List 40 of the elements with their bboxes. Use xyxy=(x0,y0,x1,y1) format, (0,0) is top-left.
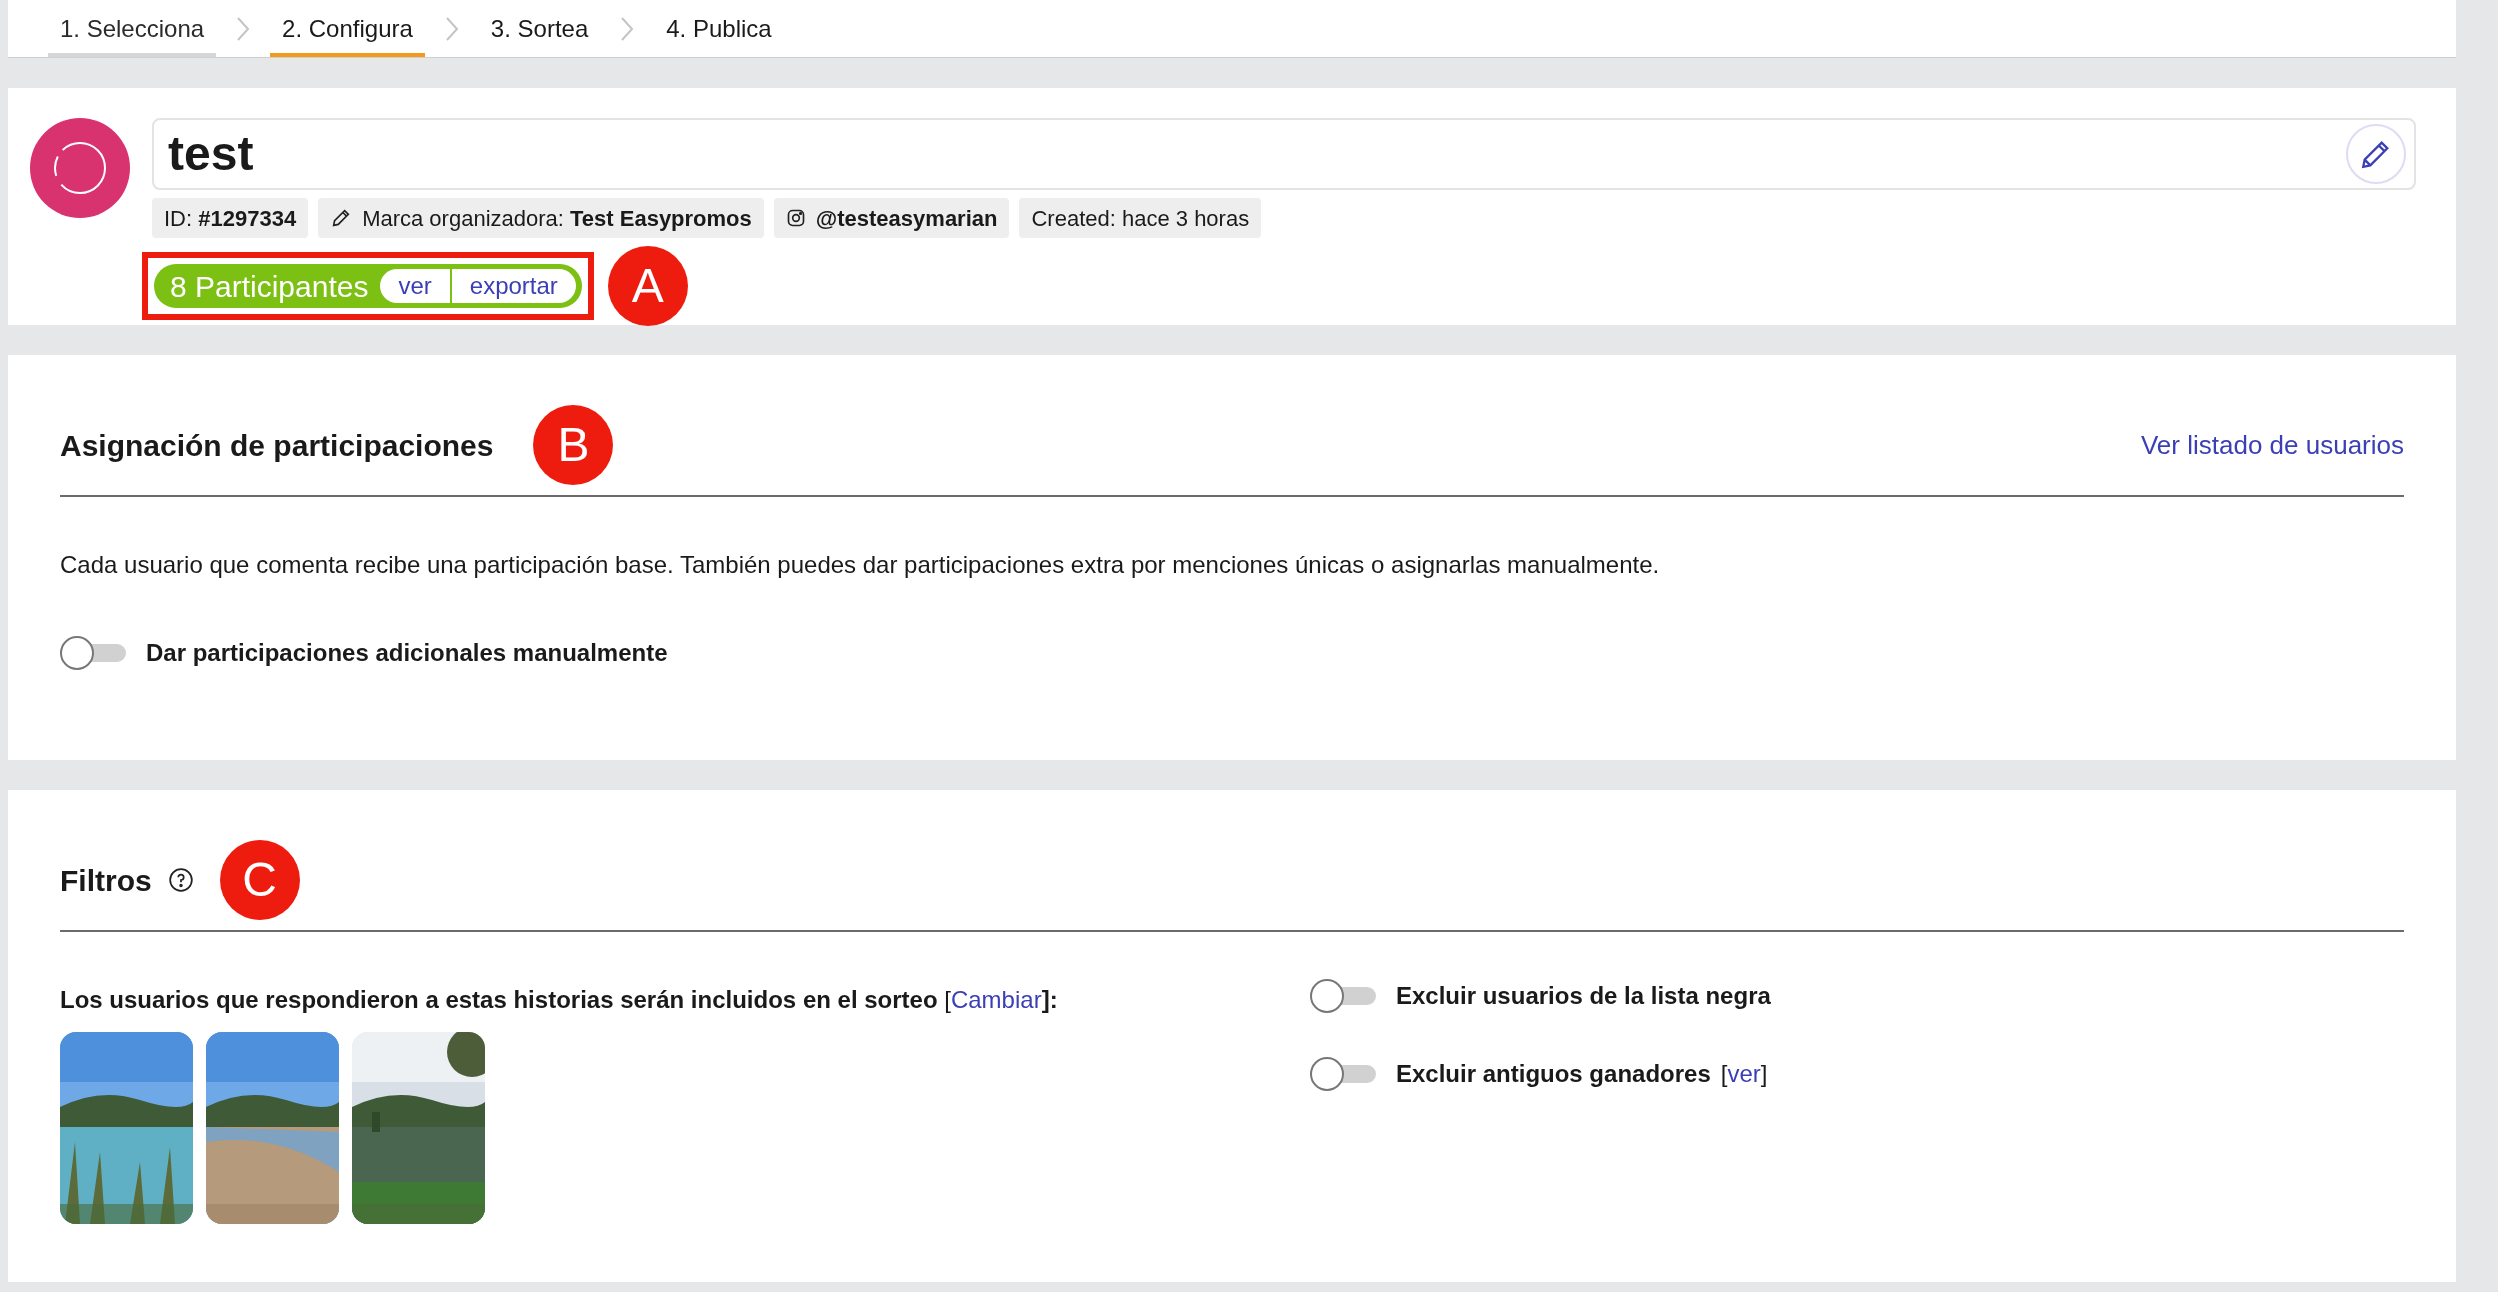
participants-link[interactable]: ver xyxy=(380,268,450,304)
section-title: Asignación de participaciones xyxy=(60,427,494,464)
section-title: Filtros xyxy=(60,862,152,899)
avatar-icon xyxy=(30,118,130,218)
annotation-marker: B xyxy=(533,405,614,485)
bracket-text: [ xyxy=(944,986,951,1013)
change-link[interactable]: Cambiar xyxy=(950,986,1042,1013)
step-tab[interactable]: 2. Configura xyxy=(270,0,425,57)
toggle-label: Dar participaciones adicionales manualmente xyxy=(146,638,668,668)
toggle-label: Excluir usuarios de la lista negra xyxy=(1396,982,1771,1009)
toggle-label: Excluir antiguos ganadores xyxy=(1396,1060,1711,1087)
stories-label: Los usuarios que respondieron a estas historias serán incluidos en el sorteo xyxy=(60,986,939,1013)
chip-label: Marca organizadora: Test Easypromos xyxy=(362,204,752,233)
step-tab[interactable]: 1. Selecciona xyxy=(48,0,217,57)
bracket-text: ] xyxy=(1760,1060,1768,1087)
section-description: Cada usuario que comenta recibe una participación base. También puedes dar participaciones extra por menciones únicas o asignarlas manualmente. xyxy=(60,550,1661,580)
participants-link[interactable]: exportar xyxy=(449,268,576,304)
toggle-switch[interactable] xyxy=(60,636,126,670)
participants-count: 8 Participantes xyxy=(170,268,369,305)
annotation-marker: C xyxy=(219,840,300,920)
campaign-title: test xyxy=(168,126,254,182)
annotation-marker: A xyxy=(607,246,688,326)
bracket-text: [ xyxy=(1720,1060,1728,1087)
chip-label: ID: #1297334 xyxy=(164,204,297,233)
instagram-icon xyxy=(785,208,806,228)
help-icon xyxy=(167,867,194,893)
chevron-icon xyxy=(620,15,635,42)
edit-button[interactable] xyxy=(2346,124,2406,184)
chip-label: Created: hace 3 horas xyxy=(1031,204,1250,233)
bracket-text: ]: xyxy=(1041,986,1058,1013)
step-tab[interactable]: 4. Publica xyxy=(654,0,784,57)
winners-link[interactable]: ver xyxy=(1727,1060,1761,1087)
users-list-link[interactable]: Ver listado de usuarios xyxy=(2140,425,2404,465)
chevron-icon xyxy=(236,15,251,42)
toggle-switch[interactable] xyxy=(1310,979,1376,1013)
chevron-icon xyxy=(444,15,459,42)
toggle-switch[interactable] xyxy=(1310,1057,1376,1091)
title-field[interactable]: test xyxy=(152,118,2416,190)
step-tab[interactable]: 3. Sortea xyxy=(478,0,601,57)
chip-label: @testeasymarian xyxy=(815,204,998,233)
